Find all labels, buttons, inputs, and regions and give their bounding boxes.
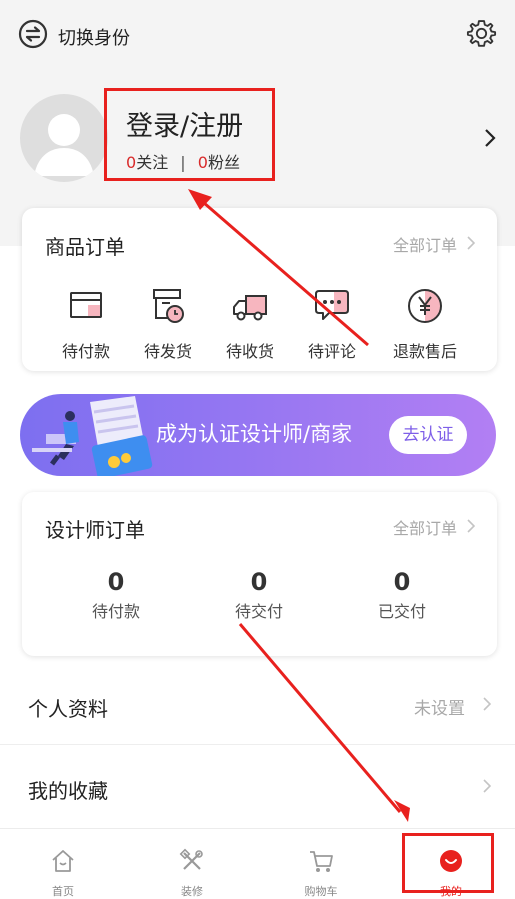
order-pending-receipt[interactable]: 待收货 bbox=[210, 286, 290, 362]
profile-info-row[interactable]: 个人资料 未设置 bbox=[0, 670, 515, 742]
login-highlight-box bbox=[104, 88, 275, 181]
product-orders-all-link[interactable]: 全部订单 bbox=[393, 232, 457, 256]
avatar[interactable] bbox=[20, 94, 108, 182]
default-user-icon bbox=[34, 114, 94, 176]
designer-orders-title: 设计师订单 bbox=[45, 518, 145, 542]
stat-label: 待付款 bbox=[91, 602, 140, 621]
order-pending-shipment[interactable]: 待发货 bbox=[128, 286, 208, 362]
home-icon bbox=[52, 850, 74, 872]
order-pending-payment[interactable]: 待付款 bbox=[46, 286, 126, 362]
stat-value: 0 bbox=[393, 568, 411, 596]
order-item-label: 退款售后 bbox=[392, 342, 457, 361]
order-item-label: 待评论 bbox=[307, 342, 356, 361]
product-orders-card: 商品订单 全部订单 待付款 待发货 待收货 待评论 退款售后 bbox=[22, 208, 497, 371]
profile-info-value: 未设置 bbox=[414, 699, 465, 719]
tab-label: 购物车 bbox=[304, 885, 338, 898]
stat-label: 已交付 bbox=[377, 602, 426, 621]
order-pending-review[interactable]: 待评论 bbox=[292, 286, 372, 362]
tab-cart[interactable]: 购物车 bbox=[281, 847, 361, 899]
order-item-label: 待付款 bbox=[61, 342, 110, 361]
certify-button[interactable]: 去认证 bbox=[389, 416, 467, 454]
tab-renovation[interactable]: 装修 bbox=[152, 847, 232, 899]
stat-value: 0 bbox=[250, 568, 268, 596]
truck-icon bbox=[233, 295, 267, 321]
profile-chevron-right-icon[interactable] bbox=[484, 128, 496, 148]
switch-identity-icon[interactable] bbox=[18, 19, 48, 49]
chevron-right-icon[interactable] bbox=[467, 236, 475, 250]
tab-label: 装修 bbox=[181, 885, 203, 898]
banner-text: 成为认证设计师/商家 bbox=[156, 422, 353, 446]
settings-gear-icon[interactable] bbox=[465, 18, 498, 51]
mine-tab-highlight-box bbox=[402, 833, 494, 893]
product-orders-title: 商品订单 bbox=[45, 235, 125, 259]
stat-label: 待交付 bbox=[234, 602, 283, 621]
wallet-icon bbox=[70, 292, 102, 318]
designer-stat-pending-delivery[interactable]: 0 待交付 bbox=[199, 568, 319, 622]
designer-orders-card: 设计师订单 全部订单 0 待付款 0 待交付 0 已交付 bbox=[22, 492, 497, 656]
chevron-right-icon bbox=[483, 779, 491, 793]
designer-illustration-icon bbox=[32, 396, 153, 476]
chevron-right-icon[interactable] bbox=[467, 519, 475, 533]
yen-coin-icon bbox=[408, 289, 442, 323]
favorites-label: 我的收藏 bbox=[28, 779, 108, 803]
chevron-right-icon bbox=[483, 697, 491, 711]
tools-icon bbox=[179, 848, 203, 870]
profile-info-label: 个人资料 bbox=[28, 697, 108, 721]
cart-icon bbox=[310, 851, 333, 872]
certification-banner[interactable]: 成为认证设计师/商家 去认证 bbox=[20, 394, 496, 476]
chat-bubble-icon bbox=[315, 290, 349, 320]
box-clock-icon bbox=[153, 289, 184, 323]
order-item-label: 待发货 bbox=[143, 342, 192, 361]
designer-stat-delivered[interactable]: 0 已交付 bbox=[342, 568, 462, 622]
favorites-row[interactable]: 我的收藏 bbox=[0, 752, 515, 824]
designer-stat-pending-payment[interactable]: 0 待付款 bbox=[56, 568, 176, 622]
tab-label: 首页 bbox=[52, 885, 74, 898]
stat-value: 0 bbox=[107, 568, 125, 596]
row-divider bbox=[0, 744, 515, 745]
tab-home[interactable]: 首页 bbox=[23, 847, 103, 899]
designer-orders-all-link[interactable]: 全部订单 bbox=[393, 515, 457, 539]
order-refund-aftersale[interactable]: 退款售后 bbox=[381, 286, 469, 362]
switch-identity-label[interactable]: 切换身份 bbox=[58, 24, 130, 50]
order-item-label: 待收货 bbox=[225, 342, 274, 361]
